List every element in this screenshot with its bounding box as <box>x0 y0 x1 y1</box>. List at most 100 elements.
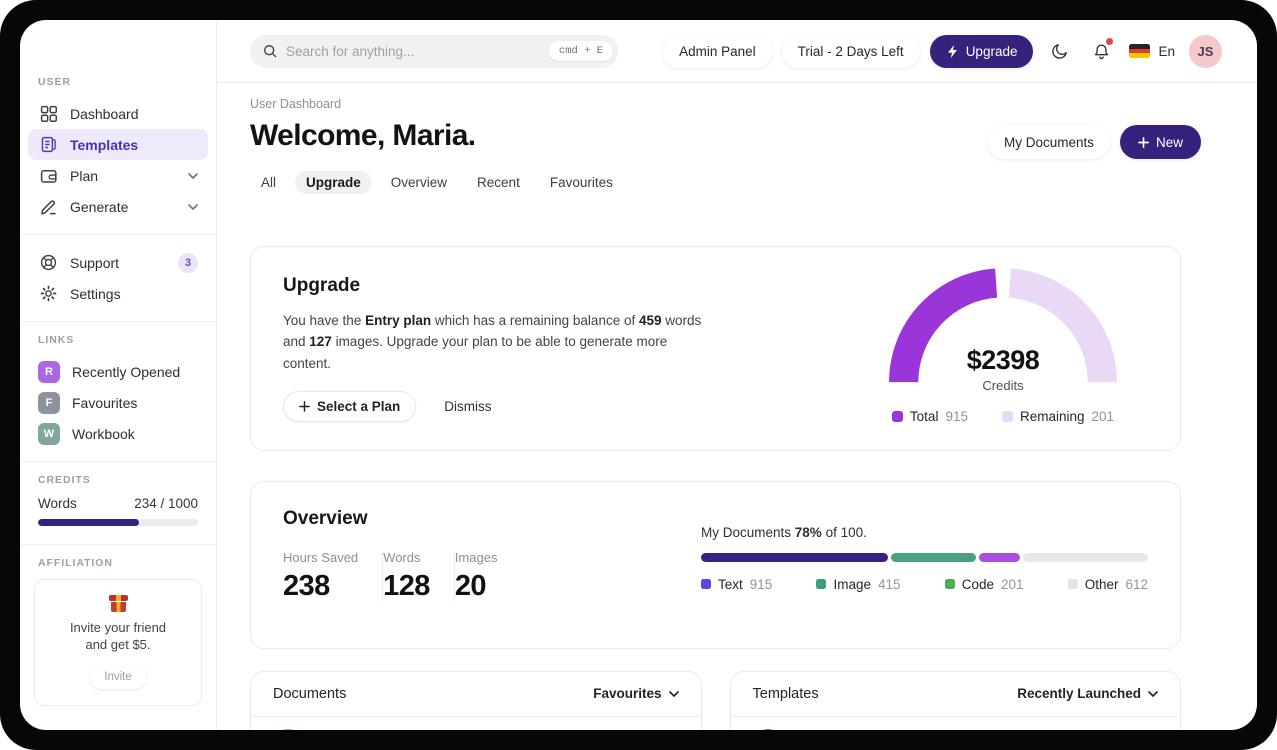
search-icon <box>264 45 277 58</box>
my-documents-button[interactable]: My Documents <box>987 125 1110 159</box>
sidebar-item-templates[interactable]: Templates <box>28 129 208 160</box>
legend-swatch <box>1001 411 1013 422</box>
search-bar[interactable]: cmd + E <box>250 34 618 68</box>
topbar: cmd + E Admin Panel Trial - 2 Days Left … <box>217 20 1257 83</box>
document-avatar <box>273 728 303 730</box>
sidebar-link-label: Workbook <box>72 425 135 442</box>
templates-card: Templates Recently Launched Blog Post Ti… <box>729 670 1181 730</box>
gear-icon <box>38 284 58 304</box>
documents-filter-dropdown[interactable]: Favourites <box>593 686 679 701</box>
tab-recent[interactable]: Recent <box>466 171 531 194</box>
documents-progress-title: My Documents 78% of 100. <box>701 524 867 540</box>
sidebar-item-label: Support <box>70 254 120 271</box>
dismiss-button[interactable]: Dismiss <box>444 399 491 414</box>
legend-swatch <box>816 579 827 590</box>
document-list-item[interactable]: Untitled Document in Workbook <box>251 717 701 730</box>
sidebar-divider <box>20 544 216 545</box>
sidebar: USER Dashboard Templates Plan Generate S… <box>20 20 217 730</box>
notifications-button[interactable] <box>1085 35 1117 67</box>
sidebar-item-dashboard[interactable]: Dashboard <box>28 98 208 129</box>
stat-words: Words 128 <box>383 549 430 602</box>
credits-words-label: Words <box>38 496 77 511</box>
app-window: USER Dashboard Templates Plan Generate S… <box>20 20 1257 730</box>
overview-stats: Hours Saved 238 Words 128 Images 20 <box>283 550 655 603</box>
notification-dot <box>1106 38 1114 45</box>
plus-icon <box>299 401 310 412</box>
legend-swatch <box>891 411 903 422</box>
sidebar-link-label: Recently Opened <box>72 363 181 380</box>
user-avatar[interactable]: JS <box>1189 34 1222 68</box>
language-selector[interactable]: En <box>1129 44 1175 59</box>
affiliation-card: Invite your friend and get $5. Invite <box>34 579 202 706</box>
search-shortcut-badge: cmd + E <box>548 41 613 61</box>
stat-hours-saved: Hours Saved 238 <box>283 549 359 602</box>
overview-card-title: Overview <box>283 507 368 529</box>
template-list-item[interactable]: Blog Post Title in Workbook <box>731 717 1181 730</box>
document-icon <box>38 135 58 155</box>
dark-mode-toggle[interactable] <box>1043 35 1075 67</box>
legend-swatch <box>1067 579 1078 590</box>
tab-upgrade[interactable]: Upgrade <box>295 171 372 194</box>
sidebar-item-settings[interactable]: Settings <box>28 278 208 309</box>
stat-images: Images 20 <box>454 549 498 602</box>
gauge-legend: Total 915 Remaining 201 <box>888 409 1118 424</box>
gauge-center-label: Credits <box>982 378 1024 393</box>
documents-card-title: Documents <box>273 685 347 702</box>
affiliation-text-line1: Invite your friend <box>69 620 167 635</box>
overview-card: Overview Hours Saved 238 Words 128 Image… <box>250 480 1181 649</box>
templates-filter-dropdown[interactable]: Recently Launched <box>1017 686 1158 701</box>
german-flag-icon <box>1129 44 1151 58</box>
upgrade-button[interactable]: Upgrade <box>929 34 1034 68</box>
upgrade-card: Upgrade You have the Entry plan which ha… <box>250 246 1181 451</box>
sidebar-section-affiliation: AFFILIATION <box>38 557 113 569</box>
legend-swatch <box>944 579 955 590</box>
credits-progress-track <box>38 519 198 526</box>
template-avatar <box>752 728 783 730</box>
select-plan-button[interactable]: Select a Plan <box>283 390 417 422</box>
legend-item-image: Image 415 <box>816 577 901 592</box>
admin-panel-button[interactable]: Admin Panel <box>663 34 772 68</box>
legend-item-text: Text 915 <box>701 577 772 592</box>
sidebar-item-generate[interactable]: Generate <box>28 191 208 222</box>
sidebar-item-label: Settings <box>70 285 121 302</box>
main-content: User Dashboard Welcome, Maria. My Docume… <box>217 83 1257 730</box>
pencil-icon <box>38 197 58 217</box>
documents-bar-legend: Text 915 Image 415 Code 201 Other 612 <box>701 577 1148 592</box>
sidebar-item-label: Templates <box>70 136 139 153</box>
credits-progress-fill <box>38 519 139 526</box>
legend-item-remaining: Remaining 201 <box>1001 409 1114 424</box>
sidebar-link-recently-opened[interactable]: R Recently Opened <box>28 356 208 387</box>
sidebar-divider <box>20 461 216 462</box>
breadcrumb[interactable]: User Dashboard <box>250 97 1201 111</box>
bar-segment-other <box>1023 552 1148 562</box>
sidebar-item-plan[interactable]: Plan <box>28 160 208 191</box>
bar-segment-image <box>891 552 976 562</box>
language-label: En <box>1158 43 1175 59</box>
gauge-center-value: $2398 <box>966 345 1040 375</box>
templates-card-title: Templates <box>752 685 819 702</box>
sidebar-item-support[interactable]: Support 3 <box>28 247 208 278</box>
legend-swatch <box>701 579 711 590</box>
tab-overview[interactable]: Overview <box>380 171 458 194</box>
upgrade-card-body: You have the Entry plan which has a rema… <box>283 313 702 371</box>
credits-gauge: $2398 Credits Total 915 Remaining 201 <box>888 267 1118 424</box>
gift-icon <box>108 595 128 612</box>
sidebar-section-user: USER <box>38 76 71 88</box>
recently-opened-initial-icon: R <box>38 360 60 383</box>
trial-status-button[interactable]: Trial - 2 Days Left <box>781 34 920 68</box>
search-input[interactable] <box>286 43 541 59</box>
device-frame: USER Dashboard Templates Plan Generate S… <box>0 0 1277 750</box>
new-button[interactable]: New <box>1119 125 1201 159</box>
tab-all[interactable]: All <box>250 171 287 194</box>
documents-stacked-bar <box>701 552 1148 562</box>
tab-favourites[interactable]: Favourites <box>539 171 624 194</box>
invite-button[interactable]: Invite <box>90 664 146 689</box>
sidebar-link-workbook[interactable]: W Workbook <box>28 418 208 449</box>
chevron-down-icon <box>668 691 679 697</box>
sidebar-link-favourites[interactable]: F Favourites <box>28 387 208 418</box>
affiliation-text-line2: and get $5. <box>85 636 151 652</box>
lightning-bolt-icon <box>947 44 957 58</box>
wallet-icon <box>38 166 58 186</box>
sidebar-divider <box>20 321 216 322</box>
plus-icon <box>1138 136 1149 148</box>
